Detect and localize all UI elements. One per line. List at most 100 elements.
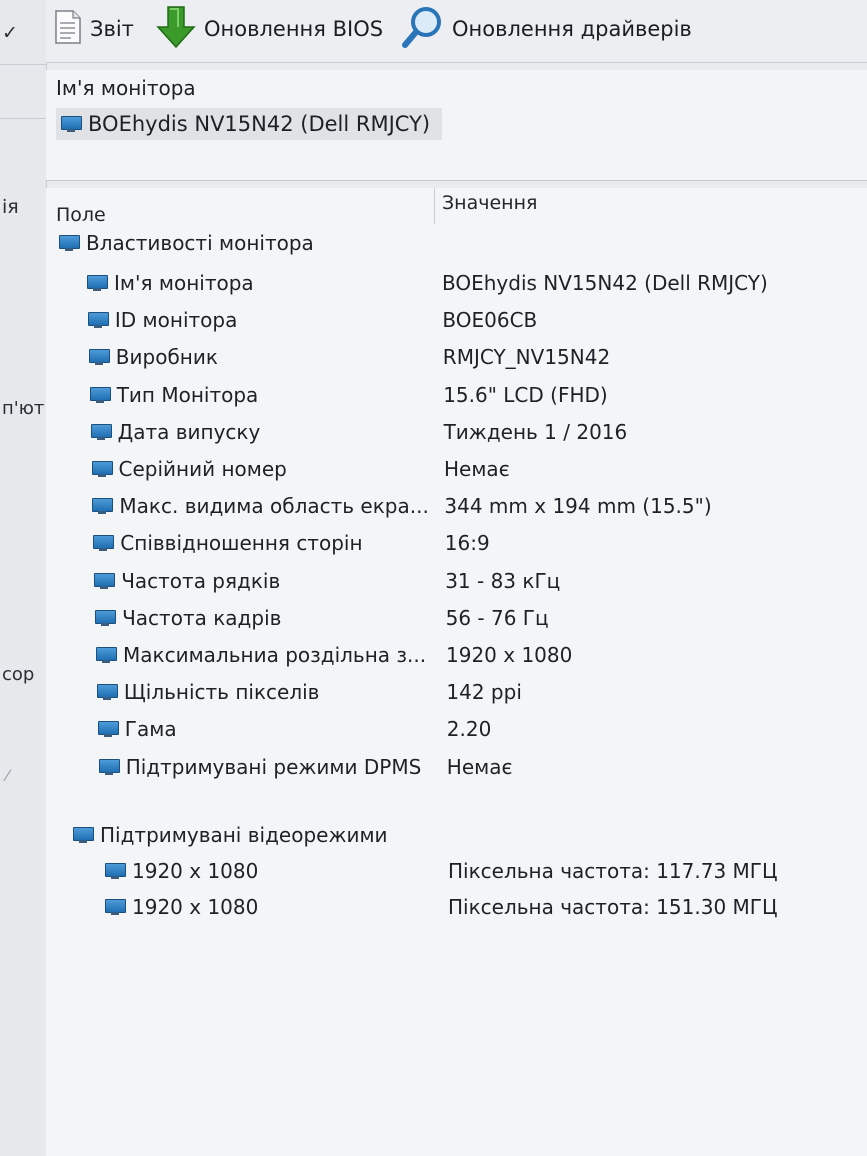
value-cell: 1920 x 1080 (446, 643, 573, 667)
bios-update-button[interactable]: Оновлення BIOS (156, 6, 383, 52)
field-cell: Підтримувані режими DPMS (98, 750, 422, 784)
report-label: Звіт (90, 17, 134, 41)
value-cell: Піксельна частота: 117.73 МГЦ (448, 859, 778, 883)
monitor-icon (91, 497, 114, 515)
field-cell: Частота рядків (93, 564, 280, 598)
monitor-icon (93, 572, 116, 590)
monitor-header-panel: Ім'я монітора BOEhydis NV15N42 (Dell RMJ… (46, 70, 867, 181)
field-cell: Ім'я монітора (86, 266, 254, 300)
field-cell: Співвідношення сторін (92, 526, 363, 560)
field-cell: 1920 x 1080 (104, 890, 258, 924)
monitor-name-caption: Ім'я монітора (56, 76, 196, 100)
field-cell: ID монітора (87, 303, 237, 337)
field-label: Ім'я монітора (114, 271, 254, 295)
toolbar: Звіт Оновлення BIOS Оновлення драйверів (46, 0, 867, 63)
value-cell: BOEhydis NV15N42 (Dell RMJCY) (442, 271, 768, 295)
value-cell: Немає (446, 754, 513, 779)
properties-grid: Поле Значення Властивості монітора Ім'я … (46, 188, 867, 1156)
column-header-value[interactable]: Значення (442, 176, 537, 214)
value-cell: 344 mm x 194 mm (15.5") (444, 494, 712, 519)
table-row[interactable]: Співвідношення сторін 16:9 (46, 526, 867, 560)
monitor-icon (88, 348, 110, 366)
table-row[interactable]: Щільність пікселів 142 ppi (46, 675, 867, 709)
table-row[interactable]: ID монітора BOE06CB (46, 303, 867, 337)
monitor-icon (90, 423, 112, 441)
field-cell: Щільність пікселів (96, 675, 319, 709)
value-cell: RMJCY_NV15N42 (442, 345, 611, 370)
field-label: ID монітора (114, 308, 238, 333)
drivers-update-label: Оновлення драйверів (452, 17, 692, 41)
monitor-icon (86, 274, 108, 292)
table-row[interactable]: Частота кадрів 56 - 76 Гц (46, 601, 867, 635)
monitor-name-text: BOEhydis NV15N42 (Dell RMJCY) (88, 112, 431, 136)
field-label: 1920 x 1080 (132, 895, 259, 919)
column-header-field[interactable]: Поле (56, 188, 106, 226)
group-row-monitor-properties[interactable]: Властивості монітора (46, 226, 867, 260)
bios-update-label: Оновлення BIOS (204, 17, 384, 41)
value-cell: Тиждень 1 / 2016 (443, 419, 628, 444)
monitor-icon (98, 758, 120, 776)
field-cell: Гама (97, 712, 177, 746)
table-row[interactable]: Дата випуску Тиждень 1 / 2016 (46, 415, 867, 449)
monitor-icon (94, 609, 117, 627)
magnifier-icon (402, 5, 444, 53)
video-mode-row[interactable]: 1920 x 1080 Піксельна частота: 151.30 МГЦ (46, 890, 867, 924)
table-row[interactable]: Частота рядків 31 - 83 кГц (46, 564, 867, 598)
field-label: Тип Монітора (116, 382, 259, 407)
field-label: Максимальниа роздільна з... (123, 643, 427, 667)
monitor-icon (97, 720, 119, 738)
field-cell: Частота кадрів (94, 601, 281, 635)
table-row[interactable]: Серійний номер Немає (46, 452, 867, 486)
sidebar-item-label[interactable]: сор (2, 664, 34, 685)
sidebar-divider (0, 118, 46, 119)
monitor-icon (58, 234, 80, 252)
monitor-icon (96, 683, 118, 701)
table-row[interactable]: Макс. видима область екра... 344 mm x 194… (46, 489, 867, 523)
drivers-update-button[interactable]: Оновлення драйверів (402, 6, 692, 52)
value-cell: 2.20 (446, 717, 492, 742)
table-row[interactable]: Підтримувані режими DPMS Немає (46, 750, 867, 784)
table-row[interactable]: Максимальниа роздільна з... 1920 x 1080 (46, 638, 867, 672)
group-label: Властивості монітора (86, 231, 314, 255)
value-cell: 16:9 (444, 531, 490, 556)
field-label: Виробник (115, 345, 218, 370)
field-cell: Тип Монітора (89, 378, 259, 412)
sidebar-item-label[interactable]: п'ют (2, 398, 44, 419)
monitor-icon (92, 534, 115, 552)
monitor-icon (87, 311, 109, 329)
table-row[interactable]: Ім'я монітора BOEhydis NV15N42 (Dell RMJC… (46, 266, 867, 300)
field-cell: Дата випуску (90, 415, 260, 449)
monitor-name-selected[interactable]: BOEhydis NV15N42 (Dell RMJCY) (56, 108, 443, 140)
monitor-icon (104, 898, 126, 916)
monitor-icon (89, 386, 111, 404)
value-cell: 31 - 83 кГц (445, 568, 561, 593)
field-cell: 1920 x 1080 (104, 854, 258, 888)
field-label: Підтримувані режими DPMS (125, 754, 422, 779)
field-label: Серійний номер (118, 457, 287, 481)
report-button[interactable]: Звіт (54, 6, 134, 52)
table-row[interactable]: Виробник RMJCY_NV15N42 (46, 340, 867, 374)
video-mode-row[interactable]: 1920 x 1080 Піксельна частота: 117.73 МГЦ (46, 854, 867, 888)
monitor-icon (95, 646, 117, 664)
field-label: Частота рядків (121, 568, 281, 593)
sidebar-divider (0, 64, 46, 65)
value-cell: BOE06CB (442, 308, 538, 333)
monitor-icon (72, 826, 94, 844)
field-label: Макс. видима область екра... (119, 494, 429, 519)
sidebar-item-label[interactable]: ія (2, 196, 19, 218)
table-row[interactable]: Гама 2.20 (46, 712, 867, 746)
field-cell: Виробник (88, 340, 218, 374)
monitor-icon (104, 862, 126, 880)
value-cell: 56 - 76 Гц (445, 605, 549, 630)
value-cell: 142 ppi (446, 680, 522, 705)
document-icon (54, 9, 82, 49)
group-row-video-modes[interactable]: Підтримувані відеорежими (46, 818, 867, 852)
resize-grip-icon[interactable]: ⁄ (6, 766, 9, 785)
field-label: Гама (124, 717, 177, 742)
column-divider[interactable] (434, 188, 435, 224)
field-label: 1920 x 1080 (132, 859, 259, 883)
collapse-chevron-icon[interactable]: ✓ (2, 22, 18, 44)
field-label: Частота кадрів (122, 605, 282, 630)
value-cell: Немає (444, 457, 510, 481)
table-row[interactable]: Тип Монітора 15.6" LCD (FHD) (46, 378, 867, 412)
